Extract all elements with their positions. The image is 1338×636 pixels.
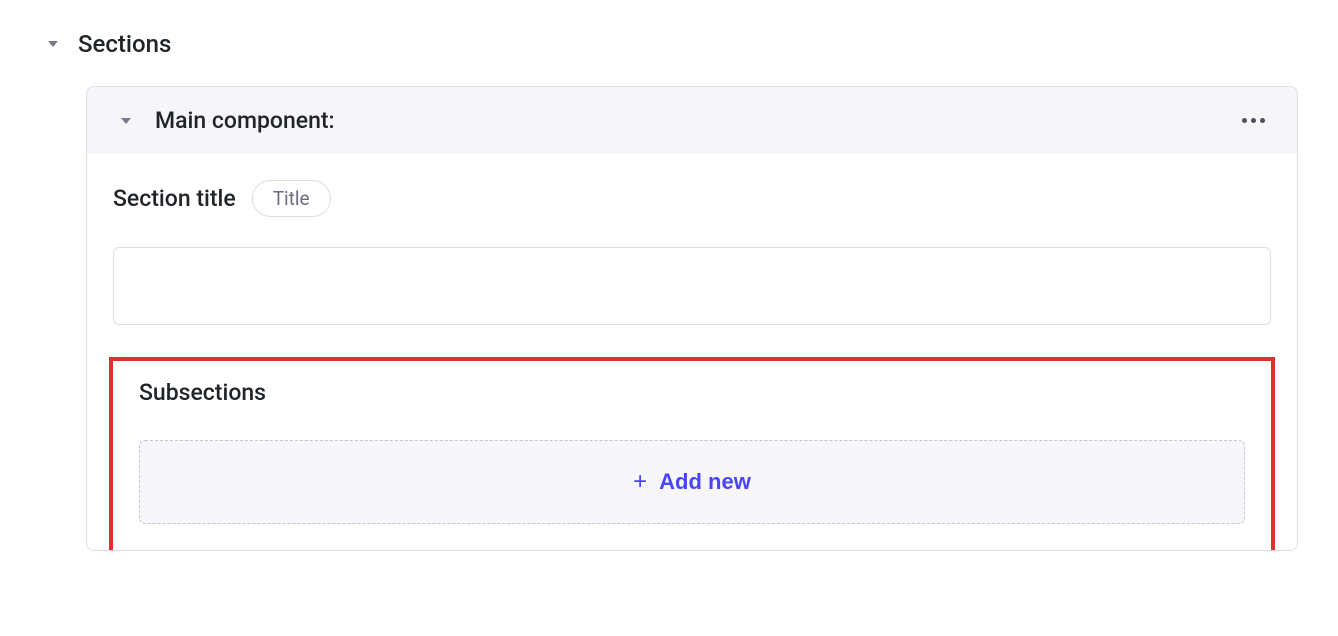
subsections-label: Subsections [139,379,1245,406]
caret-down-icon[interactable] [48,41,58,47]
plus-icon: + [633,470,647,494]
section-card: Main component: Section title Title Subs… [86,86,1298,551]
section-title-input[interactable] [113,247,1271,325]
section-title-row: Section title Title [113,180,1271,217]
caret-down-icon[interactable] [121,118,131,124]
add-new-label: Add new [659,469,751,495]
card-header-left: Main component: [113,107,335,134]
more-horizontal-icon[interactable] [1236,112,1271,129]
sections-header: Sections [40,30,1298,58]
add-new-button[interactable]: + Add new [139,440,1245,524]
card-header: Main component: [87,87,1297,154]
sections-label: Sections [78,30,171,58]
title-pill: Title [252,180,331,217]
subsections-highlight: Subsections + Add new [109,357,1275,551]
card-body: Section title Title Subsections + Add ne… [87,154,1297,551]
section-title-label: Section title [113,185,236,212]
card-header-title: Main component: [155,107,335,134]
